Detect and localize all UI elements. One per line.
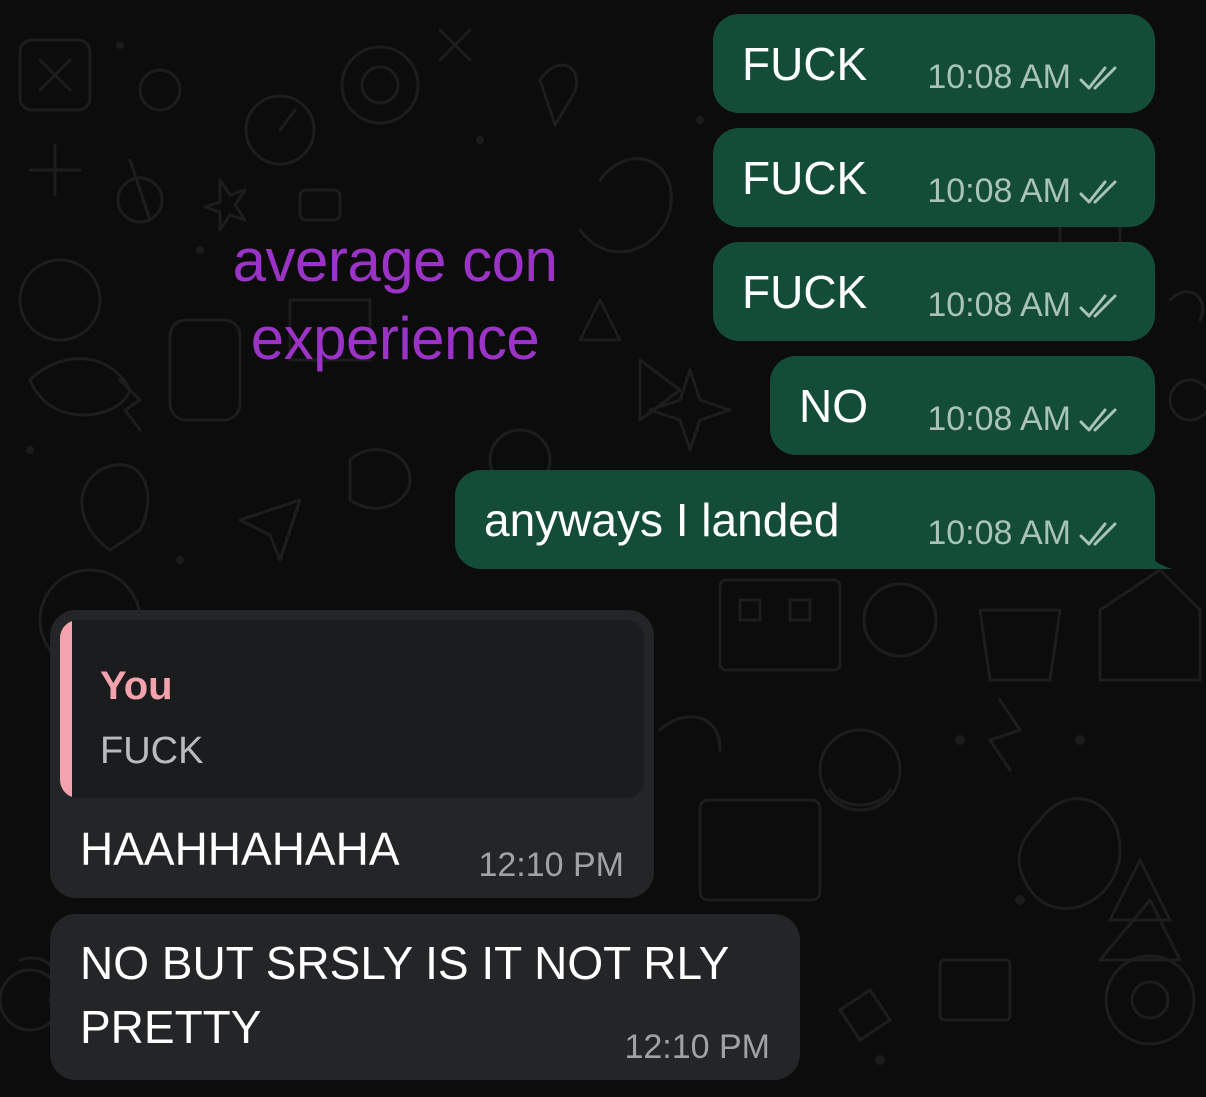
message-time: 10:08 AM	[927, 514, 1071, 552]
message-text-line-1: NO BUT SRSLY IS IT NOT RLY	[80, 937, 730, 989]
reply-author: You	[100, 664, 173, 708]
incoming-message[interactable]: You FUCK HAAHHAHAHA 12:10 PM	[50, 610, 654, 898]
outgoing-message[interactable]: FUCK 10:08 AM	[713, 242, 1155, 341]
message-meta: 10:08 AM	[927, 514, 1125, 553]
outgoing-message[interactable]: NO 10:08 AM	[770, 356, 1155, 455]
bubble-tail	[1143, 539, 1173, 569]
outgoing-message[interactable]: anyways I landed 10:08 AM	[455, 470, 1173, 569]
message-meta: 10:08 AM	[927, 400, 1125, 439]
incoming-message[interactable]: NO BUT SRSLY IS IT NOT RLY PRETTY 12:10 …	[50, 914, 800, 1080]
message-text: NO	[799, 380, 868, 432]
message-time: 10:08 AM	[927, 400, 1071, 438]
double-check-icon	[1079, 180, 1117, 203]
message-time: 10:08 AM	[927, 286, 1071, 324]
message-text: FUCK	[742, 152, 868, 204]
chat-window: average con experience FUCK 10:08 AM FUC…	[0, 0, 1206, 1097]
meme-caption-line-1: average con	[232, 227, 558, 294]
reply-text: FUCK	[100, 730, 204, 772]
reply-quote[interactable]: You FUCK	[60, 620, 644, 798]
message-meta: 10:08 AM	[927, 172, 1125, 211]
double-check-icon	[1079, 522, 1117, 545]
message-time: 10:08 AM	[927, 58, 1071, 96]
outgoing-message[interactable]: FUCK 10:08 AM	[713, 128, 1155, 227]
message-meta: 10:08 AM	[927, 58, 1125, 97]
message-text-line-2: PRETTY	[80, 1001, 262, 1053]
outgoing-message[interactable]: FUCK 10:08 AM	[713, 14, 1155, 113]
message-text: anyways I landed	[484, 494, 840, 546]
message-meta: 10:08 AM	[927, 286, 1125, 325]
meme-caption-line-2: experience	[250, 305, 540, 372]
reply-accent-bar	[60, 620, 72, 798]
message-time: 12:10 PM	[478, 846, 624, 884]
message-text: FUCK	[742, 266, 868, 318]
message-text: HAAHHAHAHA	[80, 823, 400, 875]
message-time: 12:10 PM	[624, 1028, 770, 1066]
message-time: 10:08 AM	[927, 172, 1071, 210]
message-text: FUCK	[742, 38, 868, 90]
meme-caption: average con experience	[160, 222, 630, 378]
double-check-icon	[1079, 408, 1117, 431]
double-check-icon	[1079, 66, 1117, 89]
double-check-icon	[1079, 294, 1117, 317]
